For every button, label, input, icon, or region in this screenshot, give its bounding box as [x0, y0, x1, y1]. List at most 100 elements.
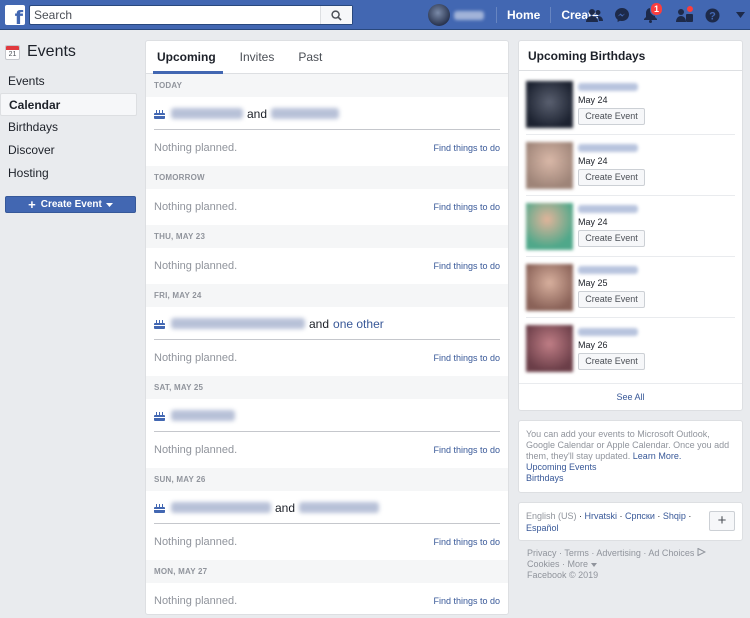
day-header: MON, MAY 27 — [146, 560, 508, 583]
friend-photo[interactable] — [526, 263, 573, 311]
account-menu-arrow-icon[interactable] — [729, 4, 750, 26]
nothing-planned-row: Nothing planned. Find things to do — [146, 524, 508, 560]
nothing-planned-text: Nothing planned. — [154, 201, 238, 213]
messenger-icon[interactable] — [611, 4, 633, 26]
notifications-badge: 1 — [649, 2, 663, 16]
current-language: English (US) — [526, 511, 577, 521]
friend-photo[interactable] — [526, 141, 573, 189]
create-event-button[interactable]: Create Event — [578, 108, 645, 125]
friend-name-blurred[interactable] — [171, 410, 235, 421]
friend-name-blurred[interactable] — [171, 108, 243, 119]
sidebar-item-events[interactable]: Events — [0, 70, 137, 93]
day-header: TODAY — [146, 74, 508, 97]
search-input[interactable] — [30, 6, 320, 24]
birthday-list-item: May 25 Create Event — [526, 257, 735, 318]
upcoming-events-link[interactable]: Upcoming Events — [526, 462, 735, 473]
tab-past[interactable]: Past — [291, 41, 329, 73]
language-link[interactable]: Shqip — [663, 511, 686, 521]
sidebar-item-calendar[interactable]: Calendar — [0, 93, 137, 116]
home-link[interactable]: Home — [496, 7, 550, 23]
tab-upcoming[interactable]: Upcoming — [150, 41, 223, 74]
friend-name-blurred[interactable] — [578, 266, 638, 274]
search-button[interactable] — [320, 6, 352, 24]
create-event-button[interactable]: Create Event — [578, 352, 645, 370]
chevron-down-icon — [105, 202, 113, 207]
birthday-row — [146, 399, 508, 432]
day-header: SUN, MAY 26 — [146, 468, 508, 491]
birthday-cake-icon — [154, 504, 165, 513]
friend-name-blurred[interactable] — [171, 502, 271, 513]
friend-photo[interactable] — [526, 325, 573, 372]
language-link[interactable]: Hrvatski — [585, 511, 618, 521]
top-bar: f Home Create 1 ? — [0, 0, 750, 30]
language-card: English (US) · Hrvatski · Српски · Shqip… — [518, 502, 743, 541]
create-event-button[interactable]: + Create Event — [5, 196, 136, 213]
copyright: Facebook © 2019 — [527, 570, 599, 580]
sidebar-header: 21 Events — [0, 40, 137, 64]
friend-name-blurred[interactable] — [578, 83, 638, 91]
sidebar-item-discover[interactable]: Discover — [0, 139, 137, 162]
day-header: FRI, MAY 24 — [146, 284, 508, 307]
sidebar-item-hosting[interactable]: Hosting — [0, 162, 137, 185]
chevron-down-icon — [590, 563, 597, 567]
and-text: and — [247, 106, 268, 121]
calendar-export-card: You can add your events to Microsoft Out… — [518, 420, 743, 493]
nothing-planned-text: Nothing planned. — [154, 352, 238, 364]
friend-name-blurred[interactable] — [271, 108, 340, 119]
find-things-link[interactable]: Find things to do — [433, 537, 500, 547]
find-things-link[interactable]: Find things to do — [433, 596, 500, 606]
footer-links[interactable]: Privacy · Terms · Advertising · Ad Choic… — [527, 548, 694, 558]
birthdays-link[interactable]: Birthdays — [526, 473, 735, 484]
see-all-link[interactable]: See All — [519, 383, 742, 410]
left-sidebar: 21 Events Events Calendar Birthdays Disc… — [0, 40, 137, 213]
calendar-tabs: Upcoming Invites Past — [146, 41, 508, 74]
create-event-button[interactable]: Create Event — [578, 230, 645, 247]
find-things-link[interactable]: Find things to do — [433, 202, 500, 212]
calendar-export-text: You can add your events to Microsoft Out… — [526, 429, 730, 461]
facebook-logo-icon[interactable]: f — [5, 5, 25, 25]
profile-link[interactable] — [428, 4, 496, 26]
learn-more-link[interactable]: Learn More. — [633, 451, 682, 461]
footer-links-2[interactable]: Cookies · More — [527, 559, 588, 569]
one-other-link[interactable]: one other — [333, 317, 384, 331]
top-nav: Home Create — [428, 0, 609, 30]
nothing-planned-row: Nothing planned. Find things to do — [146, 248, 508, 284]
profile-name-blurred — [454, 10, 484, 20]
more-languages-button[interactable]: + — [709, 511, 735, 531]
notifications-bell-icon[interactable]: 1 — [639, 2, 663, 26]
nothing-planned-row: Nothing planned. Find things to do — [146, 583, 508, 614]
find-things-link[interactable]: Find things to do — [433, 445, 500, 455]
find-things-link[interactable]: Find things to do — [433, 353, 500, 363]
upcoming-birthdays-card: Upcoming Birthdays May 24 Create Event M… — [518, 40, 743, 411]
activity-dot — [686, 5, 694, 13]
friend-requests-icon[interactable] — [583, 4, 605, 26]
friend-name-blurred[interactable] — [578, 327, 638, 336]
birthday-date: May 25 — [578, 278, 608, 288]
create-event-button[interactable]: Create Event — [578, 169, 645, 186]
search-box — [29, 5, 353, 25]
friend-name-blurred[interactable] — [299, 502, 380, 513]
language-link[interactable]: Српски — [625, 511, 655, 521]
friends-activity-icon[interactable] — [673, 4, 695, 26]
friend-photo[interactable] — [526, 80, 573, 128]
friend-name-blurred[interactable] — [578, 205, 638, 213]
plus-icon: + — [28, 196, 36, 212]
day-header: THU, MAY 23 — [146, 225, 508, 248]
birthday-date: May 24 — [578, 217, 608, 227]
birthday-list-item: May 26 Create Event — [526, 318, 735, 379]
avatar — [428, 4, 450, 26]
friend-photo[interactable] — [526, 202, 573, 250]
birthday-row: and — [146, 97, 508, 130]
search-icon — [331, 9, 342, 21]
friend-name-blurred[interactable] — [578, 144, 638, 152]
tab-invites[interactable]: Invites — [233, 41, 282, 73]
language-link[interactable]: Español — [526, 523, 559, 533]
birthday-row: and — [146, 491, 508, 524]
find-things-link[interactable]: Find things to do — [433, 143, 500, 153]
help-icon[interactable]: ? — [701, 4, 723, 26]
sidebar-item-birthdays[interactable]: Birthdays — [0, 116, 137, 139]
birthday-date: May 24 — [578, 156, 608, 166]
find-things-link[interactable]: Find things to do — [433, 261, 500, 271]
friend-name-blurred[interactable] — [171, 318, 305, 329]
create-event-button[interactable]: Create Event — [578, 291, 645, 308]
